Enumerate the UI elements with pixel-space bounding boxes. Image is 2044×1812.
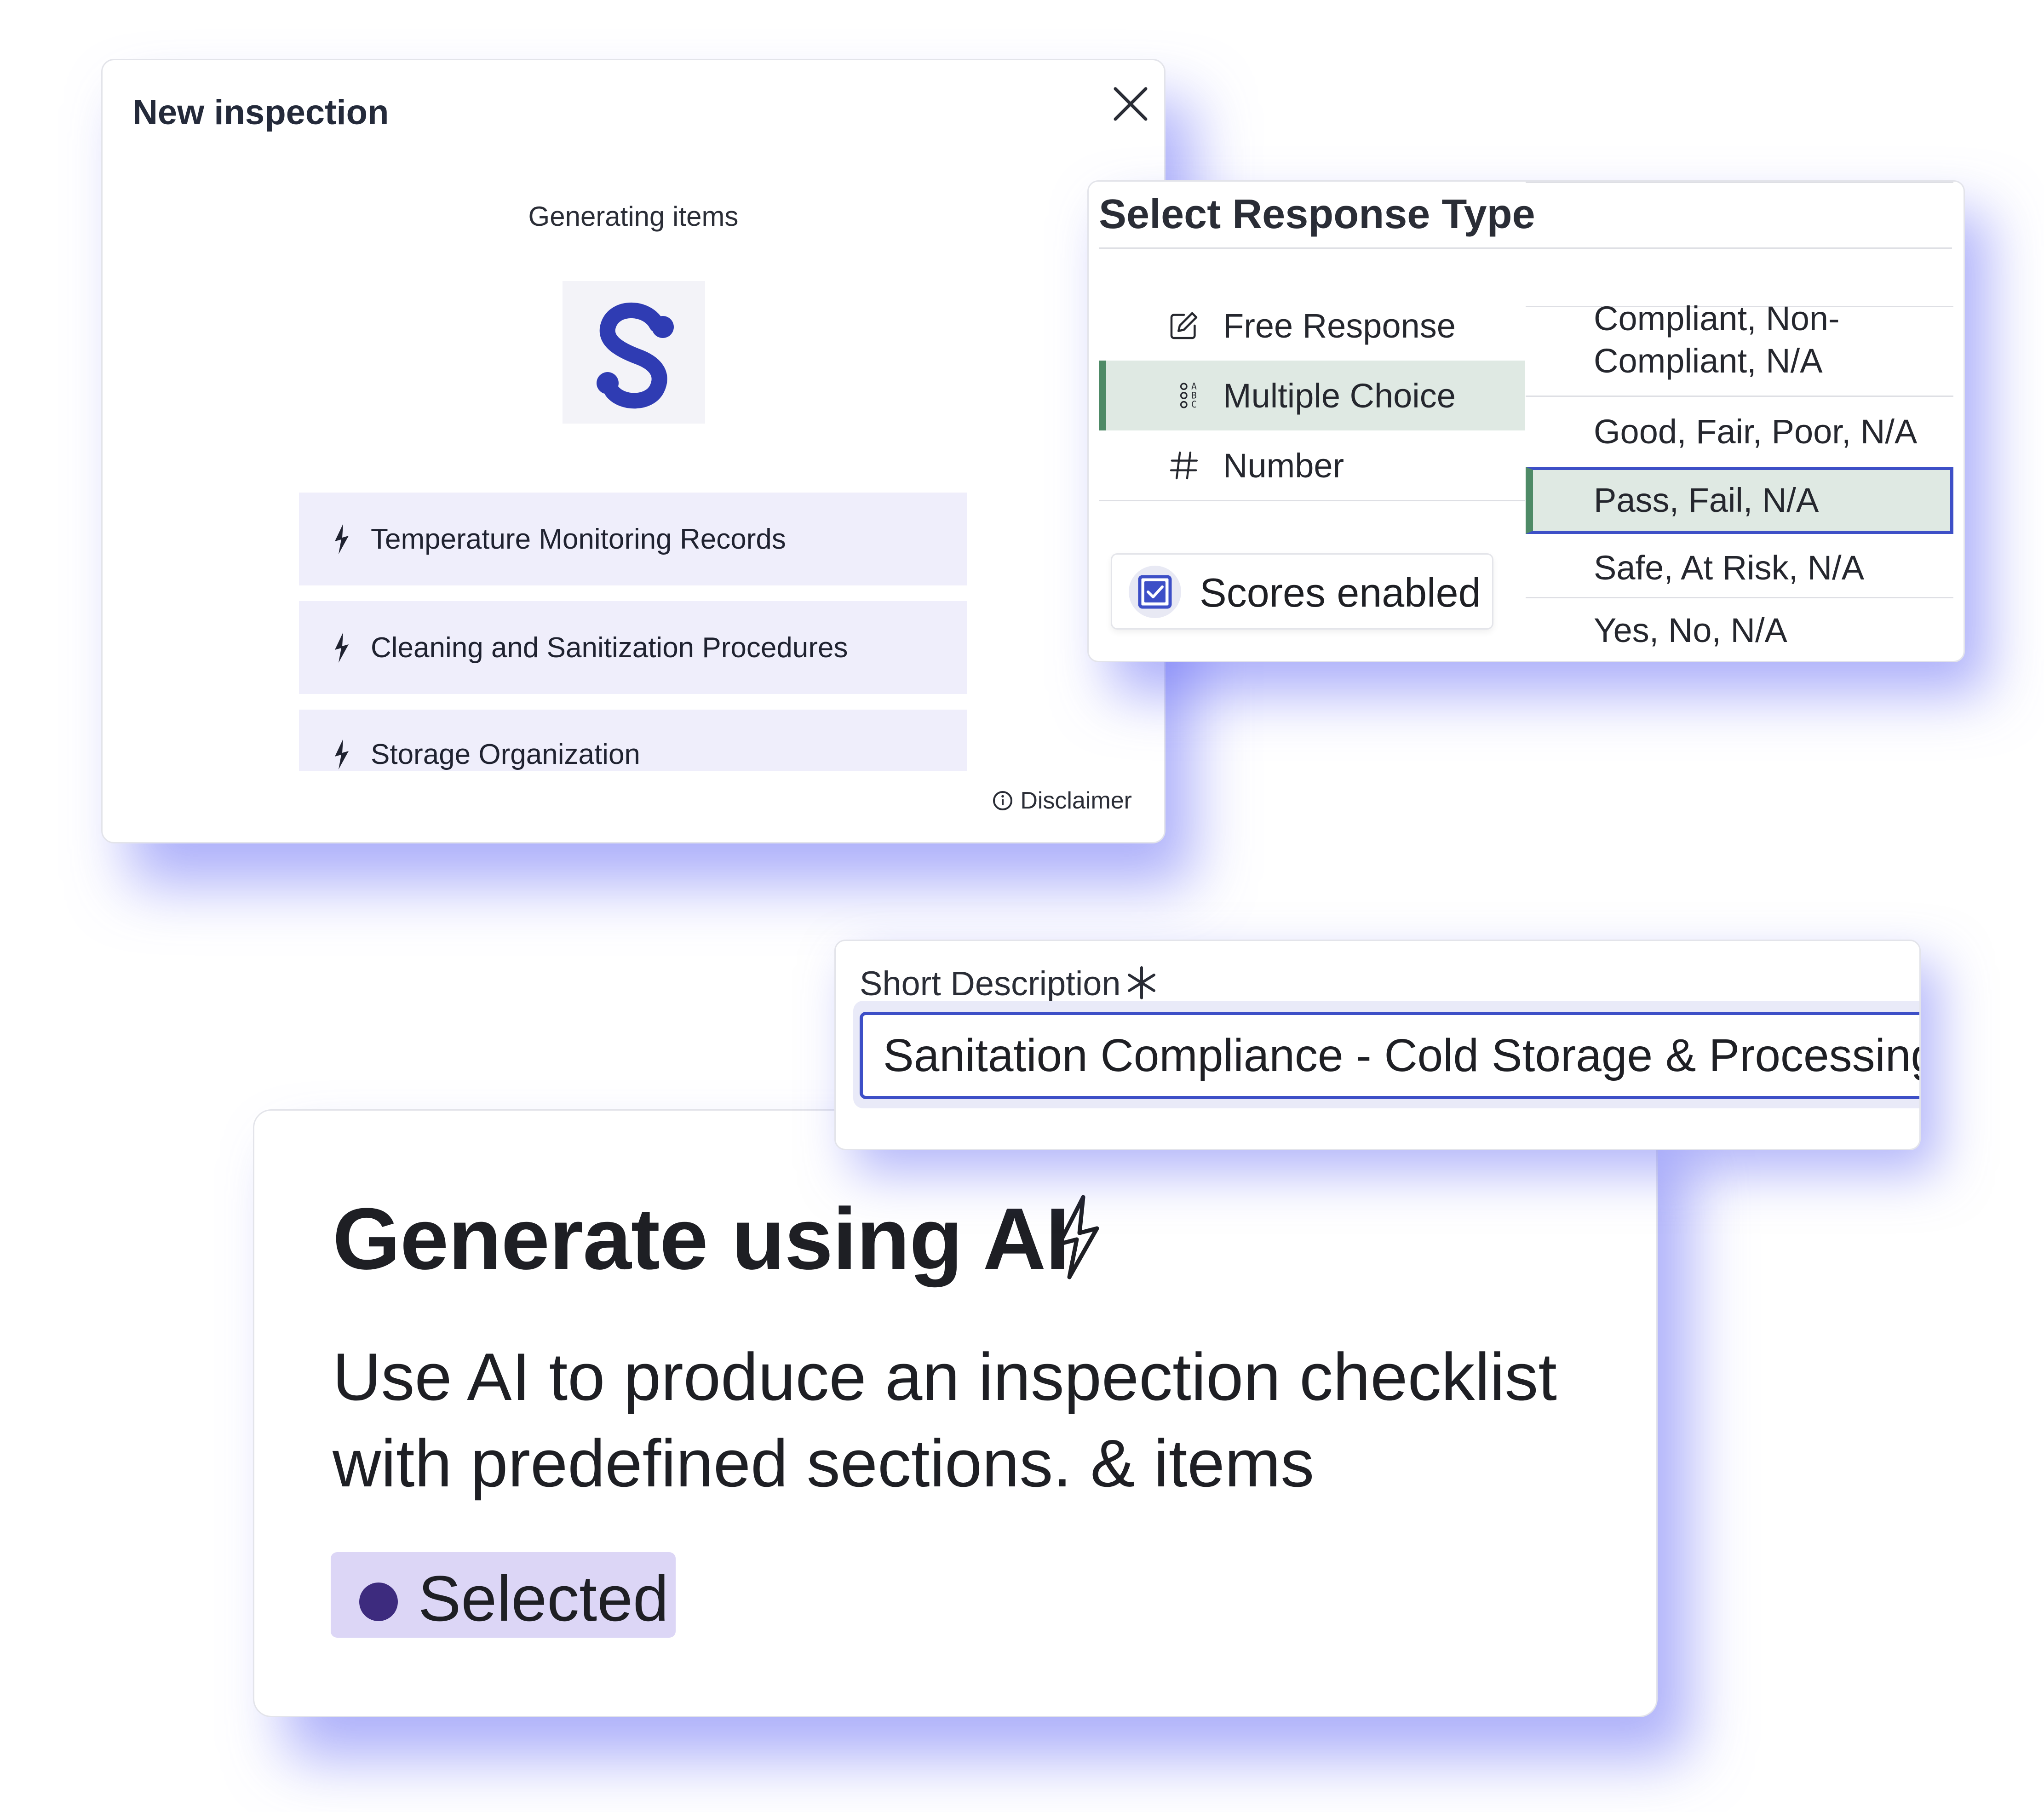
badge-dot-icon <box>359 1583 398 1621</box>
short-description-field: Short Description <box>834 940 1921 1150</box>
option-label: Good, Fair, Poor, N/A <box>1594 413 1918 451</box>
card-title: Generate using AI <box>333 1190 1070 1288</box>
bolt-icon <box>335 524 349 554</box>
bolt-icon <box>1057 1195 1099 1279</box>
scores-enabled-checkbox[interactable]: Scores enabled <box>1111 553 1493 630</box>
type-number[interactable]: Number <box>1099 430 1525 500</box>
option-label: Yes, No, N/A <box>1594 611 1787 649</box>
option-safe-at-risk[interactable]: Safe, At Risk, N/A <box>1526 536 1953 598</box>
list-item-label: Temperature Monitoring Records <box>371 523 786 555</box>
option-label: Compliant, Non- Compliant, N/A <box>1594 299 1840 380</box>
generate-ai-card[interactable]: Generate using AI Use AI to produce an i… <box>253 1109 1658 1717</box>
generated-items-list: Temperature Monitoring Records Cleaning … <box>299 493 967 771</box>
list-item: Cleaning and Sanitization Procedures <box>299 601 967 694</box>
option-label: Safe, At Risk, N/A <box>1594 549 1865 587</box>
status-badge: Selected <box>331 1552 676 1638</box>
list-item: Storage Organization <box>299 710 967 771</box>
option-label: Pass, Fail, N/A <box>1594 481 1819 519</box>
list-item-label: Cleaning and Sanitization Procedures <box>371 631 848 664</box>
divider <box>1099 500 1525 501</box>
option-yes-no[interactable]: Yes, No, N/A <box>1526 598 1953 663</box>
type-multiple-choice[interactable]: ABC Multiple Choice <box>1099 361 1525 430</box>
panel-title: Select Response Type <box>1099 191 1535 237</box>
new-inspection-dialog: New inspection Generating items Temperat… <box>101 59 1166 843</box>
response-type-panel: Select Response Type Free Response ABC M… <box>1087 180 1965 662</box>
badge-label: Selected <box>418 1562 669 1634</box>
svg-text:C: C <box>1191 399 1197 410</box>
dialog-title: New inspection <box>132 93 389 132</box>
option-compliant[interactable]: Compliant, Non- Compliant, N/A <box>1526 287 1953 397</box>
close-icon[interactable] <box>1105 79 1156 129</box>
divider <box>1099 247 1952 249</box>
bolt-icon <box>335 632 349 663</box>
s-logo-icon <box>563 281 705 424</box>
checkbox-checked-icon <box>1129 566 1181 618</box>
generating-status: Generating items <box>528 201 739 232</box>
type-label: Number <box>1223 446 1344 485</box>
list-item-label: Storage Organization <box>371 739 640 770</box>
option-pass-fail[interactable]: Pass, Fail, N/A <box>1526 467 1953 534</box>
type-label: Free Response <box>1223 306 1456 345</box>
type-free-response[interactable]: Free Response <box>1099 291 1525 361</box>
type-label: Multiple Choice <box>1223 376 1456 415</box>
asterisk-icon <box>1128 966 1155 999</box>
info-icon <box>993 791 1013 810</box>
hash-icon <box>1166 447 1202 484</box>
card-description: Use AI to produce an inspection checklis… <box>333 1339 1557 1501</box>
list-item: Temperature Monitoring Records <box>299 493 967 585</box>
scores-label: Scores enabled <box>1200 570 1481 615</box>
disclaimer-label: Disclaimer <box>1020 787 1132 814</box>
short-description-input[interactable] <box>860 1012 1919 1099</box>
bolt-icon <box>335 739 349 769</box>
field-label: Short Description <box>860 964 1121 1003</box>
disclaimer-link[interactable]: Disclaimer <box>992 787 1132 814</box>
pencil-icon <box>1166 307 1202 344</box>
option-good-fair-poor[interactable]: Good, Fair, Poor, N/A <box>1526 397 1953 463</box>
list-abc-icon: ABC <box>1173 377 1210 414</box>
